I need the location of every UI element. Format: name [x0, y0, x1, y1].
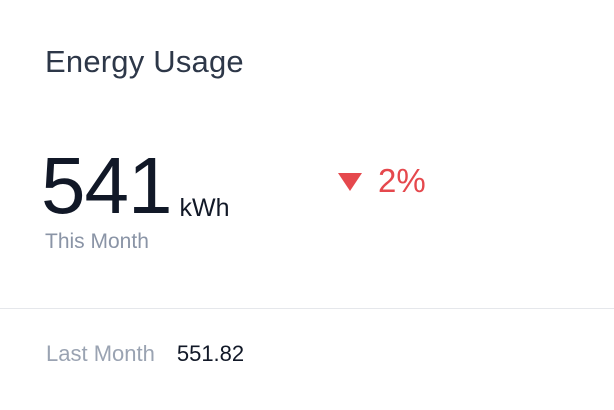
- change-indicator: 2%: [338, 163, 426, 199]
- metric-row: 541 kWh: [41, 136, 229, 226]
- triangle-down-icon: [338, 173, 362, 191]
- energy-usage-card: Energy Usage 541 kWh This Month 2% Last …: [0, 0, 614, 410]
- metric-unit: kWh: [179, 194, 230, 222]
- period-label: This Month: [45, 230, 149, 253]
- card-title: Energy Usage: [45, 44, 244, 79]
- footer-label: Last Month: [46, 341, 155, 366]
- footer-value: 551.82: [176, 341, 245, 366]
- footer-row: Last Month 551.82: [46, 341, 244, 367]
- metric-value: 541: [41, 141, 172, 230]
- change-percent: 2%: [378, 162, 426, 199]
- divider: [0, 308, 614, 309]
